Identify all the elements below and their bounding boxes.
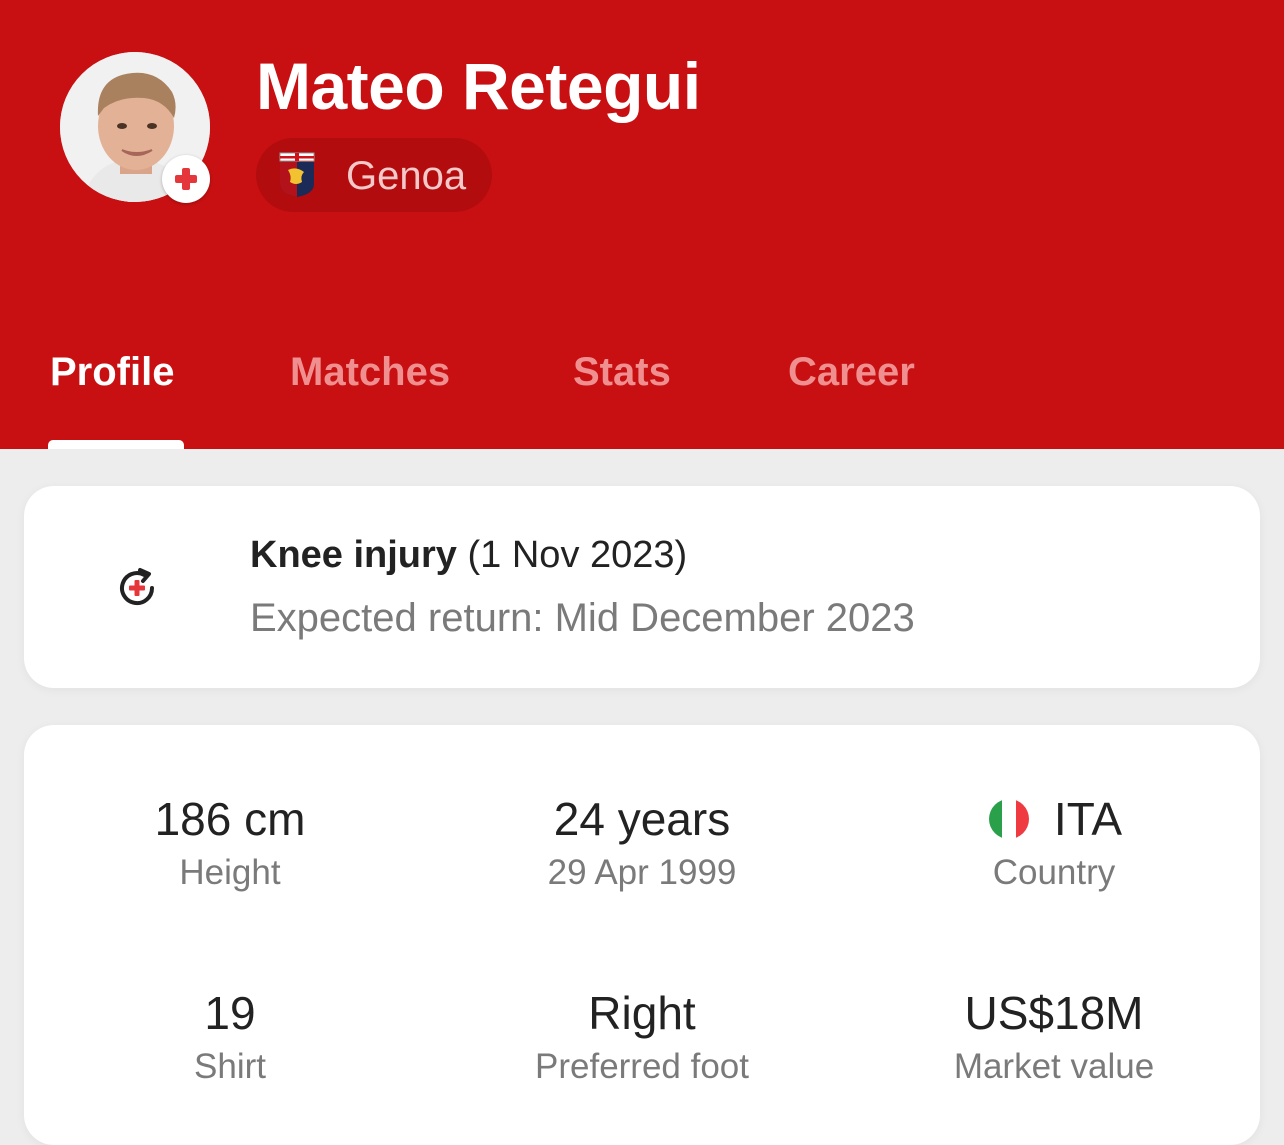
genoa-crest-icon xyxy=(279,152,315,197)
tab-career[interactable]: Career xyxy=(788,350,915,395)
stat-value: US$18M xyxy=(964,987,1144,1039)
player-name: Mateo Retegui xyxy=(256,49,701,123)
injury-title: Knee injury (1 Nov 2023) xyxy=(250,534,687,577)
stat-country[interactable]: ITA Country xyxy=(874,791,1234,893)
stat-value: 19 xyxy=(204,987,256,1039)
stat-label: Preferred foot xyxy=(535,1047,749,1086)
stat-age: 24 years 29 Apr 1999 xyxy=(462,791,822,893)
stat-value: ITA xyxy=(874,791,1234,847)
player-header: Mateo Retegui Genoa Profile Matches Stat… xyxy=(0,0,1284,449)
team-name: Genoa xyxy=(346,154,467,198)
stat-value: Right xyxy=(588,987,696,1039)
injury-date: (1 Nov 2023) xyxy=(467,534,688,576)
tab-matches[interactable]: Matches xyxy=(290,350,450,395)
stat-market-value[interactable]: US$18M Market value xyxy=(874,985,1234,1087)
stat-value: 24 years xyxy=(553,793,731,845)
tab-stats[interactable]: Stats xyxy=(573,350,671,395)
country-code: ITA xyxy=(1053,793,1123,845)
italy-flag-icon xyxy=(988,798,1029,839)
injury-card[interactable]: Knee injury (1 Nov 2023) Expected return… xyxy=(24,486,1260,688)
stat-label: 29 Apr 1999 xyxy=(547,853,737,892)
stat-value: 186 cm xyxy=(154,793,306,845)
stat-preferred-foot: Right Preferred foot xyxy=(462,985,822,1087)
injury-return-icon xyxy=(120,568,155,606)
injury-cross-icon xyxy=(175,168,197,190)
team-chip[interactable]: Genoa xyxy=(256,138,492,212)
stat-label: Country xyxy=(992,853,1116,892)
stat-label: Shirt xyxy=(194,1047,266,1086)
active-tab-indicator xyxy=(48,440,184,449)
stat-shirt: 19 Shirt xyxy=(50,985,410,1087)
stat-label: Height xyxy=(179,853,281,892)
stat-height: 186 cm Height xyxy=(50,791,410,893)
player-info-card: 186 cm Height 24 years 29 Apr 1999 ITA C… xyxy=(24,725,1260,1145)
tab-profile[interactable]: Profile xyxy=(50,350,174,395)
injury-type: Knee injury xyxy=(250,534,457,576)
stat-label: Market value xyxy=(953,1047,1155,1086)
injury-badge xyxy=(162,155,210,203)
expected-return: Expected return: Mid December 2023 xyxy=(250,596,915,640)
